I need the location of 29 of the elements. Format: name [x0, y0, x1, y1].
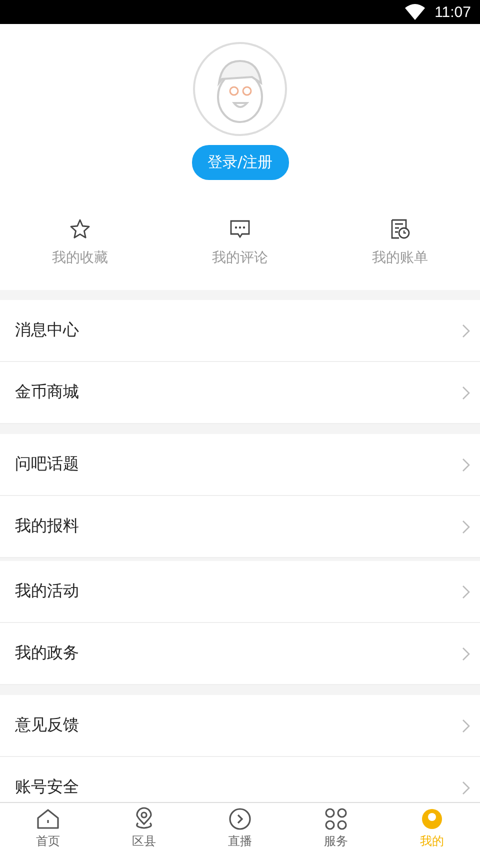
chevron-icon [462, 386, 470, 400]
tab-item[interactable]: 区县 [96, 803, 192, 853]
grid-icon [324, 806, 348, 830]
menu-item[interactable]: 我的活动 [0, 561, 480, 623]
chevron-icon [462, 646, 470, 660]
menu-item[interactable]: 消息中心 [0, 300, 480, 362]
tab-item[interactable]: 首页 [0, 803, 96, 853]
chevron-icon [462, 324, 470, 338]
chevron-icon [462, 520, 470, 534]
home-icon [36, 806, 60, 830]
wifi-icon [404, 4, 425, 20]
menu-item[interactable]: 我的政务 [0, 623, 480, 685]
menu-item[interactable]: 问吧话题 [0, 434, 480, 496]
menu-item[interactable]: 意见反馈 [0, 695, 480, 757]
play-circle-icon [228, 806, 252, 830]
menu-item[interactable]: 我的报料 [0, 496, 480, 558]
chevron-icon [462, 458, 470, 472]
tab-item[interactable]: 直播 [192, 803, 288, 853]
tab-item[interactable]: 服务 [288, 803, 384, 853]
chevron-icon [462, 780, 470, 794]
star-icon[interactable] [69, 218, 91, 240]
bill-clock-icon[interactable] [389, 218, 411, 240]
chevron-icon [462, 718, 470, 732]
menu-item[interactable]: 金币商城 [0, 362, 480, 424]
avatar-icon [192, 41, 288, 137]
chevron-icon [462, 584, 470, 598]
status-time: 11:07 [434, 4, 471, 20]
user-icon [420, 806, 444, 830]
comment-icon[interactable] [229, 218, 251, 240]
